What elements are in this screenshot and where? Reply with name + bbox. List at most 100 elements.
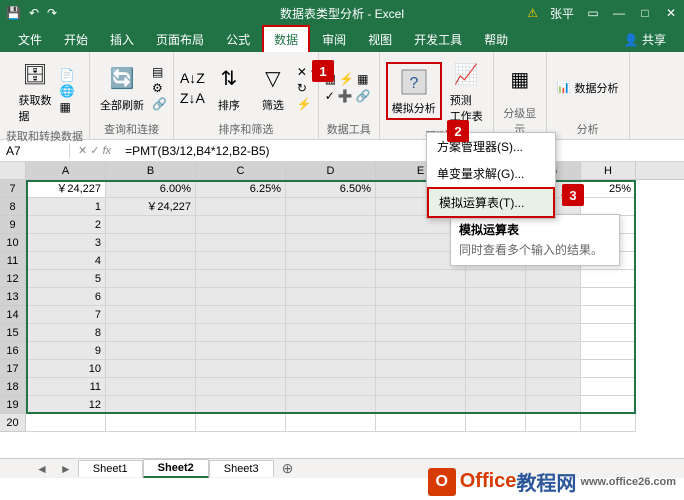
cell[interactable] [466, 414, 526, 432]
sheet-nav-next-icon[interactable]: ► [54, 462, 78, 476]
cell[interactable] [526, 306, 581, 324]
cell[interactable] [466, 324, 526, 342]
cell[interactable] [466, 306, 526, 324]
cell[interactable]: 7 [26, 306, 106, 324]
cell[interactable] [581, 270, 636, 288]
row-header[interactable]: 10 [0, 234, 26, 252]
cell[interactable] [286, 360, 376, 378]
cell[interactable] [286, 198, 376, 216]
cell[interactable] [106, 270, 196, 288]
cell[interactable] [106, 360, 196, 378]
row-header[interactable]: 12 [0, 270, 26, 288]
cell[interactable] [106, 378, 196, 396]
cell[interactable] [196, 324, 286, 342]
user-name[interactable]: 张平 [550, 5, 574, 22]
cell[interactable] [581, 342, 636, 360]
cell[interactable] [466, 342, 526, 360]
sort-desc-icon[interactable]: Z↓A [180, 90, 205, 106]
cancel-icon[interactable]: ✕ [78, 145, 87, 157]
tab-insert[interactable]: 插入 [100, 27, 144, 52]
row-header[interactable]: 14 [0, 306, 26, 324]
cell[interactable] [196, 252, 286, 270]
name-box[interactable]: A7 [0, 144, 70, 158]
cell[interactable] [286, 342, 376, 360]
tab-developer[interactable]: 开发工具 [404, 27, 472, 52]
cell[interactable] [106, 216, 196, 234]
cell[interactable]: 4 [26, 252, 106, 270]
get-data-button[interactable]: 🗄 获取数 据 [15, 56, 56, 126]
cell[interactable] [196, 306, 286, 324]
cell[interactable] [376, 288, 466, 306]
row-header[interactable]: 13 [0, 288, 26, 306]
cell[interactable]: 6.25% [196, 180, 286, 198]
cell[interactable] [376, 360, 466, 378]
undo-icon[interactable]: ↶ [29, 6, 39, 20]
cell[interactable] [286, 216, 376, 234]
cell[interactable]: 25% [581, 180, 636, 198]
cell[interactable] [581, 414, 636, 432]
row-header[interactable]: 15 [0, 324, 26, 342]
cell[interactable] [196, 378, 286, 396]
cell[interactable] [26, 414, 106, 432]
formula-input[interactable]: =PMT(B3/12,B4*12,B2-B5) [119, 144, 684, 158]
row-header[interactable]: 18 [0, 378, 26, 396]
row-header[interactable]: 9 [0, 216, 26, 234]
cell[interactable] [466, 378, 526, 396]
filter-button[interactable]: ▽ 筛选 [253, 61, 293, 115]
cell[interactable]: 3 [26, 234, 106, 252]
reapply-icon[interactable]: ↻ [297, 81, 312, 95]
cell[interactable] [376, 414, 466, 432]
sheet-tab-1[interactable]: Sheet1 [78, 460, 143, 477]
enter-icon[interactable]: ✓ [90, 145, 99, 157]
cell[interactable] [196, 360, 286, 378]
cell[interactable] [581, 396, 636, 414]
cell[interactable] [376, 324, 466, 342]
cell[interactable] [106, 396, 196, 414]
cell[interactable] [196, 198, 286, 216]
cell[interactable]: ￥24,227 [26, 180, 106, 198]
close-icon[interactable]: ✕ [664, 6, 678, 20]
tab-help[interactable]: 帮助 [474, 27, 518, 52]
data-analysis-button[interactable]: 📊 数据分析 [553, 78, 623, 98]
relationships-icon[interactable]: 🔗 [356, 89, 371, 103]
save-icon[interactable]: 💾 [6, 6, 21, 20]
cell[interactable]: 6.00% [106, 180, 196, 198]
sort-button[interactable]: ⇅ 排序 [209, 61, 249, 115]
cell[interactable] [106, 342, 196, 360]
sheet-nav-prev-icon[interactable]: ◄ [30, 462, 54, 476]
col-header-D[interactable]: D [286, 162, 376, 179]
cell[interactable] [286, 252, 376, 270]
cell[interactable] [526, 324, 581, 342]
tab-review[interactable]: 审阅 [312, 27, 356, 52]
cell[interactable] [581, 288, 636, 306]
row-header[interactable]: 11 [0, 252, 26, 270]
sheet-tab-2[interactable]: Sheet2 [143, 459, 209, 478]
cell[interactable]: 6.50% [286, 180, 376, 198]
data-validation-icon[interactable]: ✓ [325, 89, 335, 103]
cell[interactable] [526, 288, 581, 306]
cell[interactable] [196, 270, 286, 288]
queries-icon[interactable]: ▤ [152, 65, 167, 79]
cell[interactable] [466, 288, 526, 306]
remove-duplicates-icon[interactable]: ▦ [357, 72, 368, 86]
tab-file[interactable]: 文件 [8, 27, 52, 52]
ribbon-options-icon[interactable]: ▭ [586, 6, 600, 20]
edit-links-icon[interactable]: 🔗 [152, 97, 167, 111]
from-table-icon[interactable]: ▦ [60, 100, 75, 114]
tab-formulas[interactable]: 公式 [216, 27, 260, 52]
cell[interactable] [196, 414, 286, 432]
maximize-icon[interactable]: □ [638, 6, 652, 20]
cell[interactable] [196, 234, 286, 252]
cell[interactable] [376, 270, 466, 288]
what-if-analysis-button[interactable]: ? 模拟分析 [386, 62, 442, 120]
cell[interactable] [106, 288, 196, 306]
cell[interactable] [196, 288, 286, 306]
col-header-H[interactable]: H [581, 162, 636, 179]
row-header[interactable]: 17 [0, 360, 26, 378]
cell[interactable] [466, 270, 526, 288]
redo-icon[interactable]: ↷ [47, 6, 57, 20]
row-header[interactable]: 7 [0, 180, 26, 198]
cell[interactable] [581, 360, 636, 378]
cell[interactable] [526, 378, 581, 396]
cell[interactable] [581, 306, 636, 324]
